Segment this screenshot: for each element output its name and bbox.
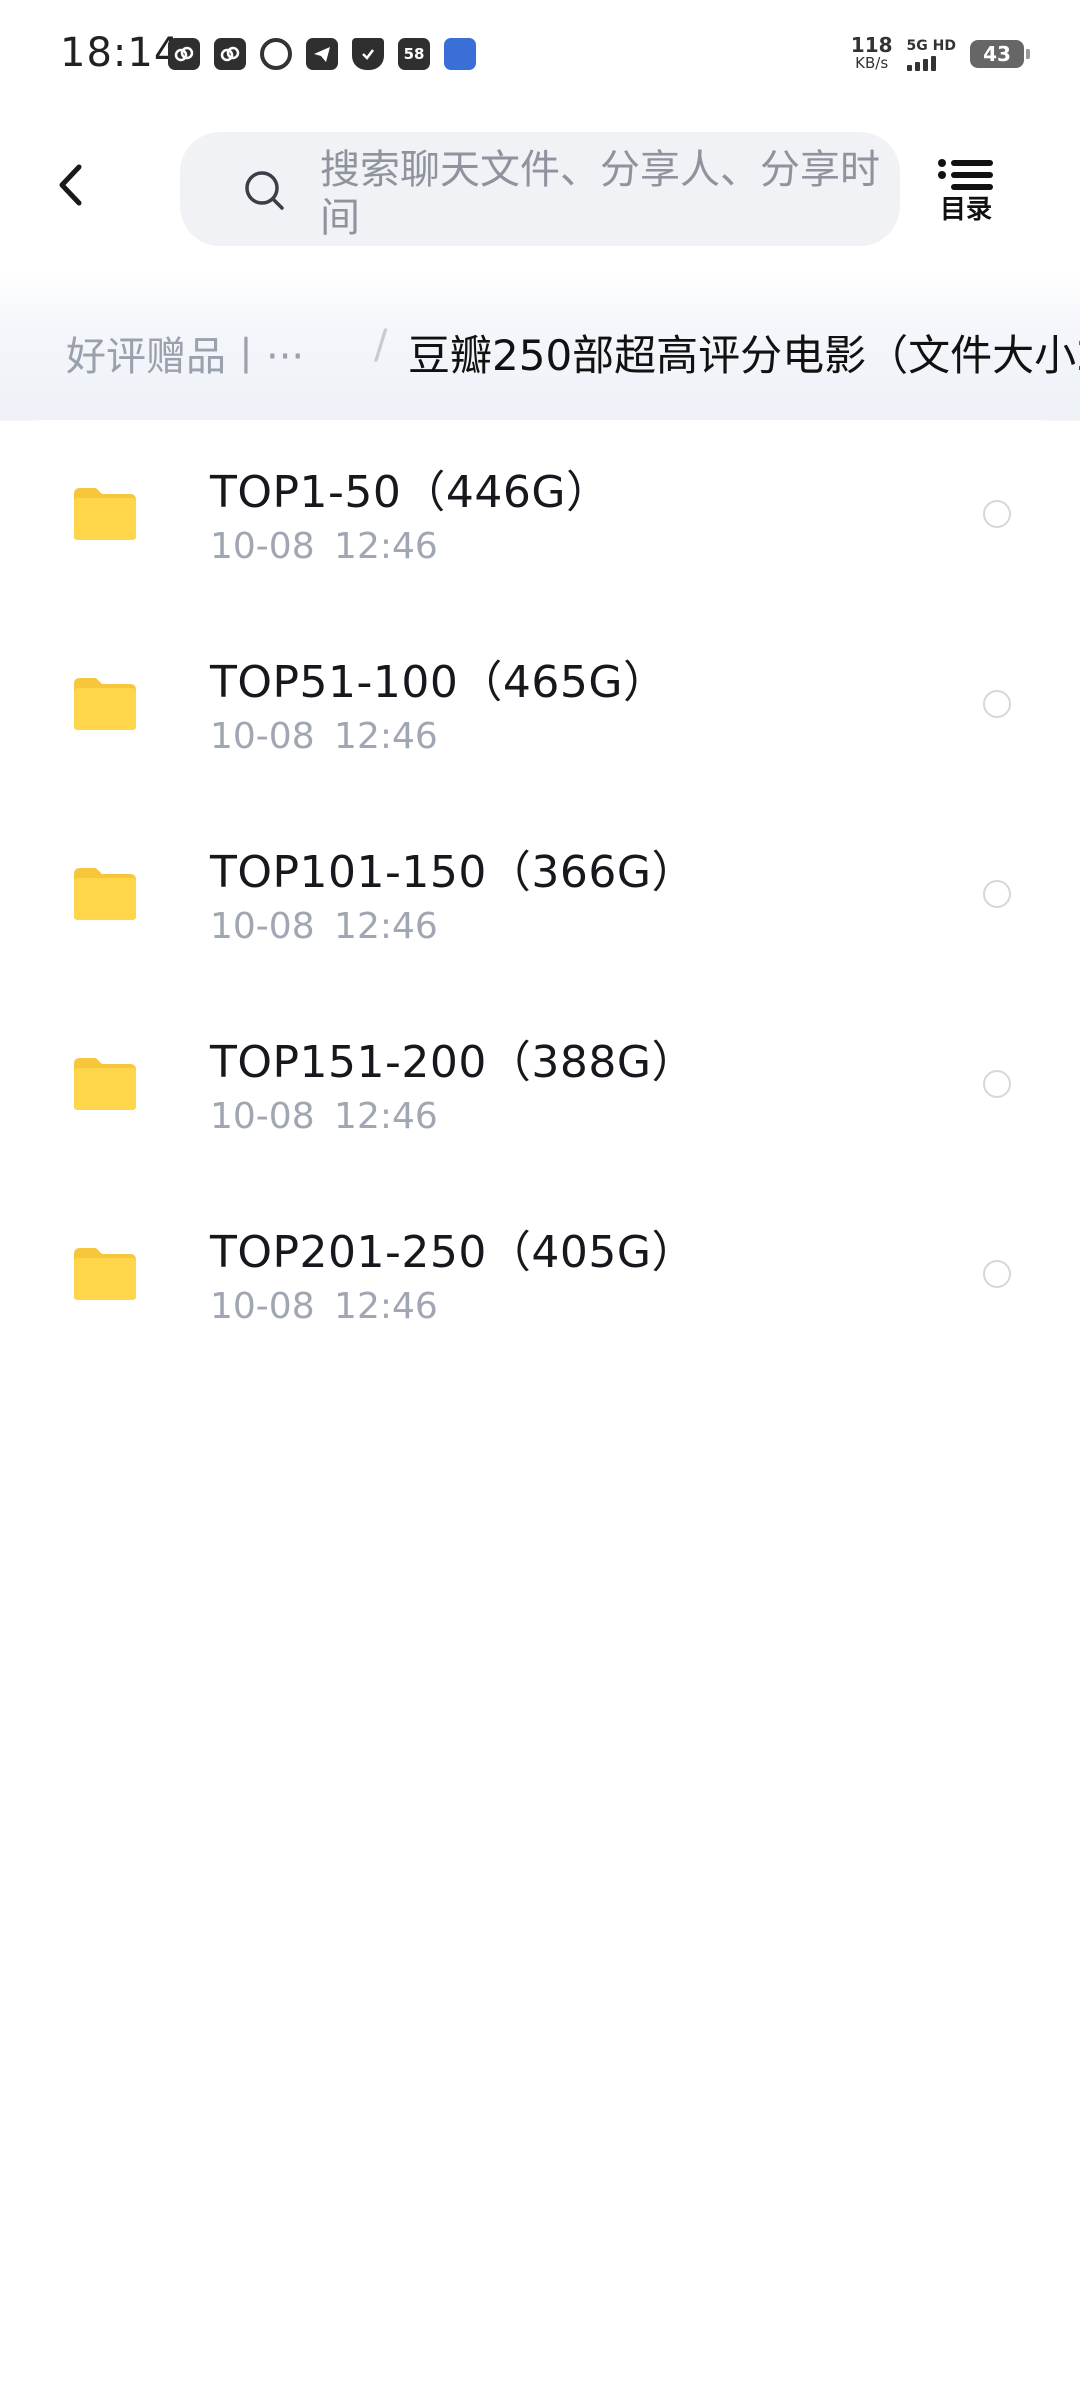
- 58-icon: 58: [398, 38, 430, 70]
- cloud-app-icon: [214, 38, 246, 70]
- game-icon: [444, 38, 476, 70]
- file-date: 10-08 12:46: [210, 526, 438, 567]
- status-right: 118 KB/s 5G HD 43: [850, 33, 1030, 72]
- list-item[interactable]: TOP101-150（366G） 10-08 12:46: [0, 800, 1080, 990]
- list-item[interactable]: TOP51-100（465G） 10-08 12:46: [0, 610, 1080, 800]
- folder-icon: [74, 868, 136, 920]
- back-button[interactable]: [40, 150, 100, 220]
- folder-icon: [74, 488, 136, 540]
- breadcrumb: 好评赠品丨··· / 豆瓣250部超高评分电影（文件大小2: [0, 300, 1080, 400]
- header-bar: 搜索聊天文件、分享人、分享时间 目录: [0, 120, 1080, 260]
- shield-icon: [352, 38, 384, 70]
- file-date: 10-08 12:46: [210, 1286, 438, 1327]
- list-menu-icon: [938, 159, 993, 190]
- signal-indicator: 5G HD: [906, 37, 956, 71]
- select-checkbox[interactable]: [983, 500, 1011, 528]
- battery-icon: 43: [970, 40, 1030, 68]
- breadcrumb-current: 豆瓣250部超高评分电影（文件大小2: [408, 331, 1080, 380]
- file-date: 10-08 12:46: [210, 1096, 438, 1137]
- file-name: TOP201-250（405G）: [210, 1227, 696, 1278]
- folder-icon: [74, 1248, 136, 1300]
- select-checkbox[interactable]: [983, 880, 1011, 908]
- folder-icon: [74, 678, 136, 730]
- cloud-app-icon: [168, 38, 200, 70]
- list-item[interactable]: TOP1-50（446G） 10-08 12:46: [0, 420, 1080, 610]
- file-date: 10-08 12:46: [210, 906, 438, 947]
- breadcrumb-separator: /: [374, 322, 388, 368]
- list-item[interactable]: TOP151-200（388G） 10-08 12:46: [0, 990, 1080, 1180]
- breadcrumb-root[interactable]: 好评赠品丨···: [66, 324, 304, 382]
- file-browser-page: 18:14 58 118 KB/s 5G HD 43 搜索聊天文件、分享人、分享…: [0, 0, 1080, 2400]
- folder-icon: [74, 1058, 136, 1110]
- file-name: TOP101-150（366G）: [210, 847, 696, 898]
- select-checkbox[interactable]: [983, 690, 1011, 718]
- network-speed: 118 KB/s: [850, 33, 893, 72]
- search-input[interactable]: 搜索聊天文件、分享人、分享时间: [180, 132, 900, 246]
- notification-icons: 58: [168, 38, 476, 70]
- directory-menu-label: 目录: [939, 195, 992, 225]
- search-placeholder: 搜索聊天文件、分享人、分享时间: [320, 147, 880, 241]
- status-time: 18:14: [60, 30, 181, 76]
- directory-menu-button[interactable]: 目录: [926, 158, 1006, 238]
- file-list: TOP1-50（446G） 10-08 12:46 TOP51-100（465G…: [0, 420, 1080, 2400]
- file-name: TOP51-100（465G）: [210, 657, 668, 708]
- file-date: 10-08 12:46: [210, 716, 438, 757]
- file-name: TOP1-50（446G）: [210, 467, 611, 518]
- telegram-icon: [306, 38, 338, 70]
- status-bar: 18:14 58 118 KB/s 5G HD 43: [0, 0, 1080, 110]
- file-name: TOP151-200（388G）: [210, 1037, 696, 1088]
- search-icon: [245, 171, 284, 210]
- network-type: 5G HD: [906, 37, 956, 54]
- netease-icon: [260, 38, 292, 70]
- chevron-left-icon: [59, 164, 82, 206]
- select-checkbox[interactable]: [983, 1070, 1011, 1098]
- network-speed-value: 118: [850, 33, 893, 57]
- network-speed-unit: KB/s: [855, 54, 889, 72]
- signal-bars-icon: [906, 55, 936, 71]
- select-checkbox[interactable]: [983, 1260, 1011, 1288]
- list-item[interactable]: TOP201-250（405G） 10-08 12:46: [0, 1180, 1080, 1370]
